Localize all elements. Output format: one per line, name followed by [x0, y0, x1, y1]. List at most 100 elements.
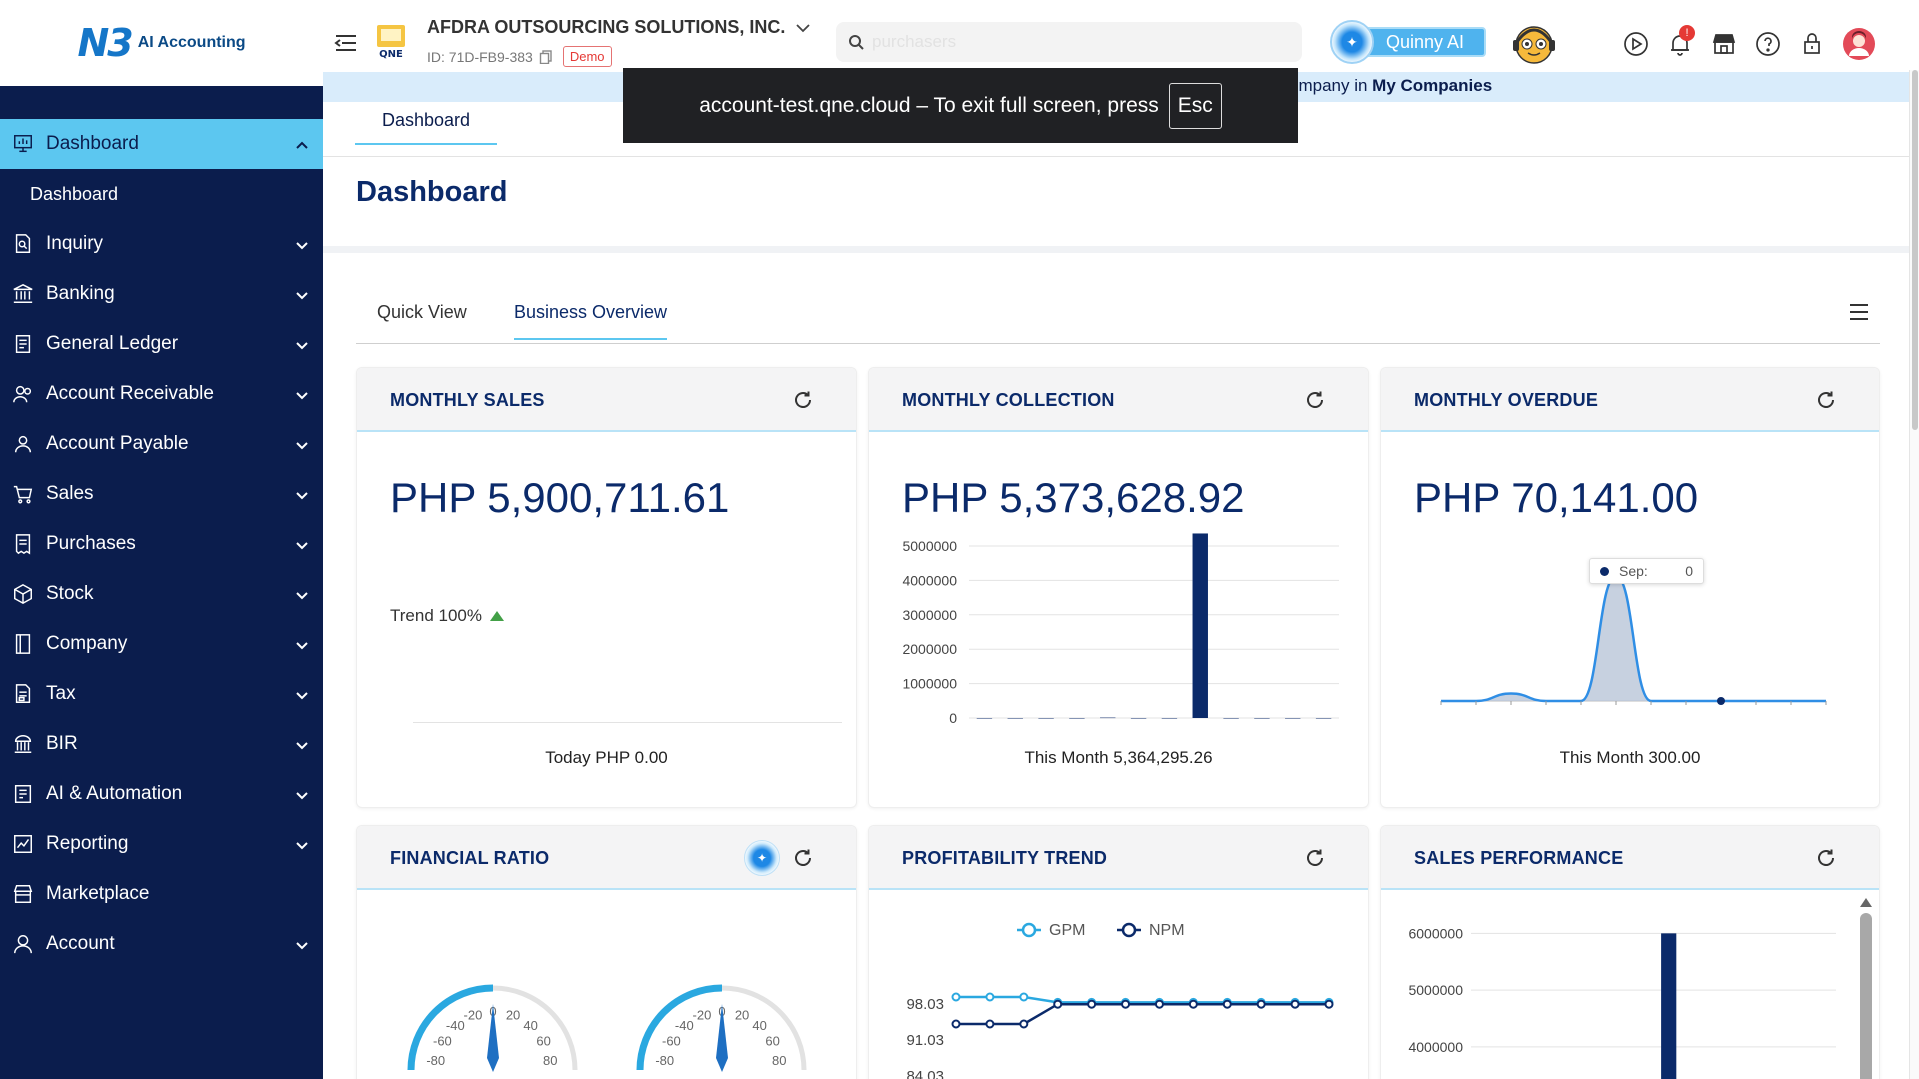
sidebar-item-account[interactable]: Account [0, 919, 323, 969]
gauge-tick-label: -20 [464, 1008, 483, 1023]
app-logo[interactable]: N3 AI Accounting [0, 0, 323, 86]
fullscreen-notice: account-test.qne.cloud – To exit full sc… [623, 68, 1298, 143]
chevron-down-icon [295, 786, 309, 800]
scrollbar-thumb[interactable] [1912, 70, 1918, 430]
user-icon [10, 431, 36, 457]
my-companies-link[interactable]: My Companies [1372, 76, 1492, 95]
book-icon [10, 631, 36, 657]
profitability-trend-card: PROFITABILITY TREND GPM NPM 98.03 91.03 84.0… [868, 825, 1369, 1079]
chevron-down-icon [796, 23, 810, 32]
chevron-down-icon [295, 436, 309, 450]
quinny-ai-button[interactable]: ✦ Quinny AI [1330, 20, 1487, 64]
menu-toggle-icon[interactable] [333, 30, 359, 56]
user-avatar[interactable] [1843, 28, 1875, 60]
sidebar-item-purchases[interactable]: Purchases [0, 519, 323, 569]
card-title: MONTHLY COLLECTION [902, 390, 1115, 410]
refresh-icon[interactable] [1304, 389, 1326, 411]
sidebar-item-dashboard[interactable]: Dashboard [0, 119, 323, 169]
chevron-down-icon [295, 286, 309, 300]
bar [1254, 718, 1270, 719]
gauge-tick-label: -60 [662, 1034, 681, 1049]
page-title: Dashboard [356, 176, 508, 208]
refresh-icon[interactable] [1304, 847, 1326, 869]
gauge-tick-label: -40 [675, 1018, 694, 1033]
sidebar-item-label: Sales [46, 483, 94, 504]
data-point [985, 1019, 995, 1029]
copy-icon[interactable] [539, 49, 553, 64]
trend-text: Trend 100% [390, 606, 482, 625]
bar [1100, 717, 1116, 719]
data-point [1256, 999, 1266, 1009]
government-icon [10, 731, 36, 757]
legend-marker [1121, 922, 1137, 938]
tab-dashboard[interactable]: Dashboard [355, 100, 498, 145]
sidebar-item-label: AI & Automation [46, 783, 183, 804]
sidebar-item-general-ledger[interactable]: General Ledger [0, 319, 323, 369]
sidebar-subitem-dashboard[interactable]: Dashboard [0, 169, 323, 219]
sidebar-item-bir[interactable]: BIR [0, 719, 323, 769]
sidebar-item-tax[interactable]: Tax [0, 669, 323, 719]
store-icon [10, 881, 36, 907]
ai-sparkle-icon[interactable]: ✦ [744, 840, 780, 876]
tooltip-dot [1600, 566, 1609, 576]
scroll-up-icon[interactable] [1860, 898, 1872, 907]
tab-business-overview[interactable]: Business Overview [514, 302, 668, 340]
bar [1130, 718, 1147, 719]
trend-indicator: Trend 100% [390, 606, 504, 626]
help-icon[interactable] [1755, 31, 1781, 57]
card-title: MONTHLY OVERDUE [1414, 390, 1599, 410]
fullscreen-text: account-test.qne.cloud – To exit full sc… [699, 93, 1159, 117]
store-icon[interactable] [1711, 31, 1737, 57]
sidebar-item-banking[interactable]: Banking [0, 269, 323, 319]
search-input[interactable] [872, 32, 1272, 52]
support-mascot-icon[interactable] [1510, 20, 1558, 66]
card-header: MONTHLY COLLECTION [869, 368, 1368, 432]
y-tick-label: 98.03 [906, 996, 944, 1013]
bar [1038, 718, 1054, 719]
bar [1069, 718, 1085, 719]
sidebar-item-account-receivable[interactable]: Account Receivable [0, 369, 323, 419]
gauge-tick-label: 40 [752, 1018, 766, 1033]
tab-quick-view[interactable]: Quick View [377, 302, 467, 338]
chevron-down-icon [295, 636, 309, 650]
sidebar-item-label: Account [46, 933, 115, 954]
refresh-icon[interactable] [792, 847, 814, 869]
ai-document-icon [10, 781, 36, 807]
legend-label: GPM [1049, 922, 1085, 939]
bell-icon[interactable]: ! [1667, 25, 1695, 57]
chevron-up-icon [295, 136, 309, 150]
lock-icon[interactable] [1799, 31, 1825, 57]
page-scrollbar[interactable] [1909, 70, 1919, 1079]
y-tick-label: 5000000 [902, 538, 957, 554]
sidebar-item-reporting[interactable]: Reporting [0, 819, 323, 869]
search-box[interactable] [836, 22, 1302, 62]
refresh-icon[interactable] [792, 389, 814, 411]
sidebar-item-inquiry[interactable]: Inquiry [0, 219, 323, 269]
hamburger-menu-icon[interactable] [1848, 302, 1870, 322]
gauge-charts: -80-60-40-20020406080GPM-80-60-40-200204… [407, 984, 807, 1079]
chevron-down-icon [295, 686, 309, 700]
data-point [1053, 999, 1063, 1009]
demo-badge: Demo [562, 46, 612, 67]
scrollbar-thumb[interactable] [1860, 913, 1872, 1079]
sidebar-item-account-payable[interactable]: Account Payable [0, 419, 323, 469]
sidebar-item-label: Inquiry [46, 233, 104, 254]
refresh-icon[interactable] [1815, 847, 1837, 869]
data-point [1019, 1019, 1029, 1029]
sidebar-item-sales[interactable]: Sales [0, 469, 323, 519]
gauge-tick-label: 80 [772, 1053, 786, 1068]
sidebar-item-marketplace[interactable]: Marketplace [0, 869, 323, 919]
y-tick-label: 0 [949, 710, 957, 726]
sidebar-item-ai-automation[interactable]: AI & Automation [0, 769, 323, 819]
refresh-icon[interactable] [1815, 389, 1837, 411]
users-icon [10, 381, 36, 407]
divider [323, 246, 1909, 253]
card-scrollbar[interactable] [1859, 898, 1873, 1079]
ledger-icon [10, 331, 36, 357]
divider [323, 156, 1909, 157]
gauge-tick-label: 60 [765, 1034, 779, 1049]
company-selector[interactable]: AFDRA OUTSOURCING SOLUTIONS, INC. [427, 17, 811, 38]
play-icon[interactable] [1623, 31, 1649, 57]
sidebar-item-stock[interactable]: Stock [0, 569, 323, 619]
sidebar-item-company[interactable]: Company [0, 619, 323, 669]
